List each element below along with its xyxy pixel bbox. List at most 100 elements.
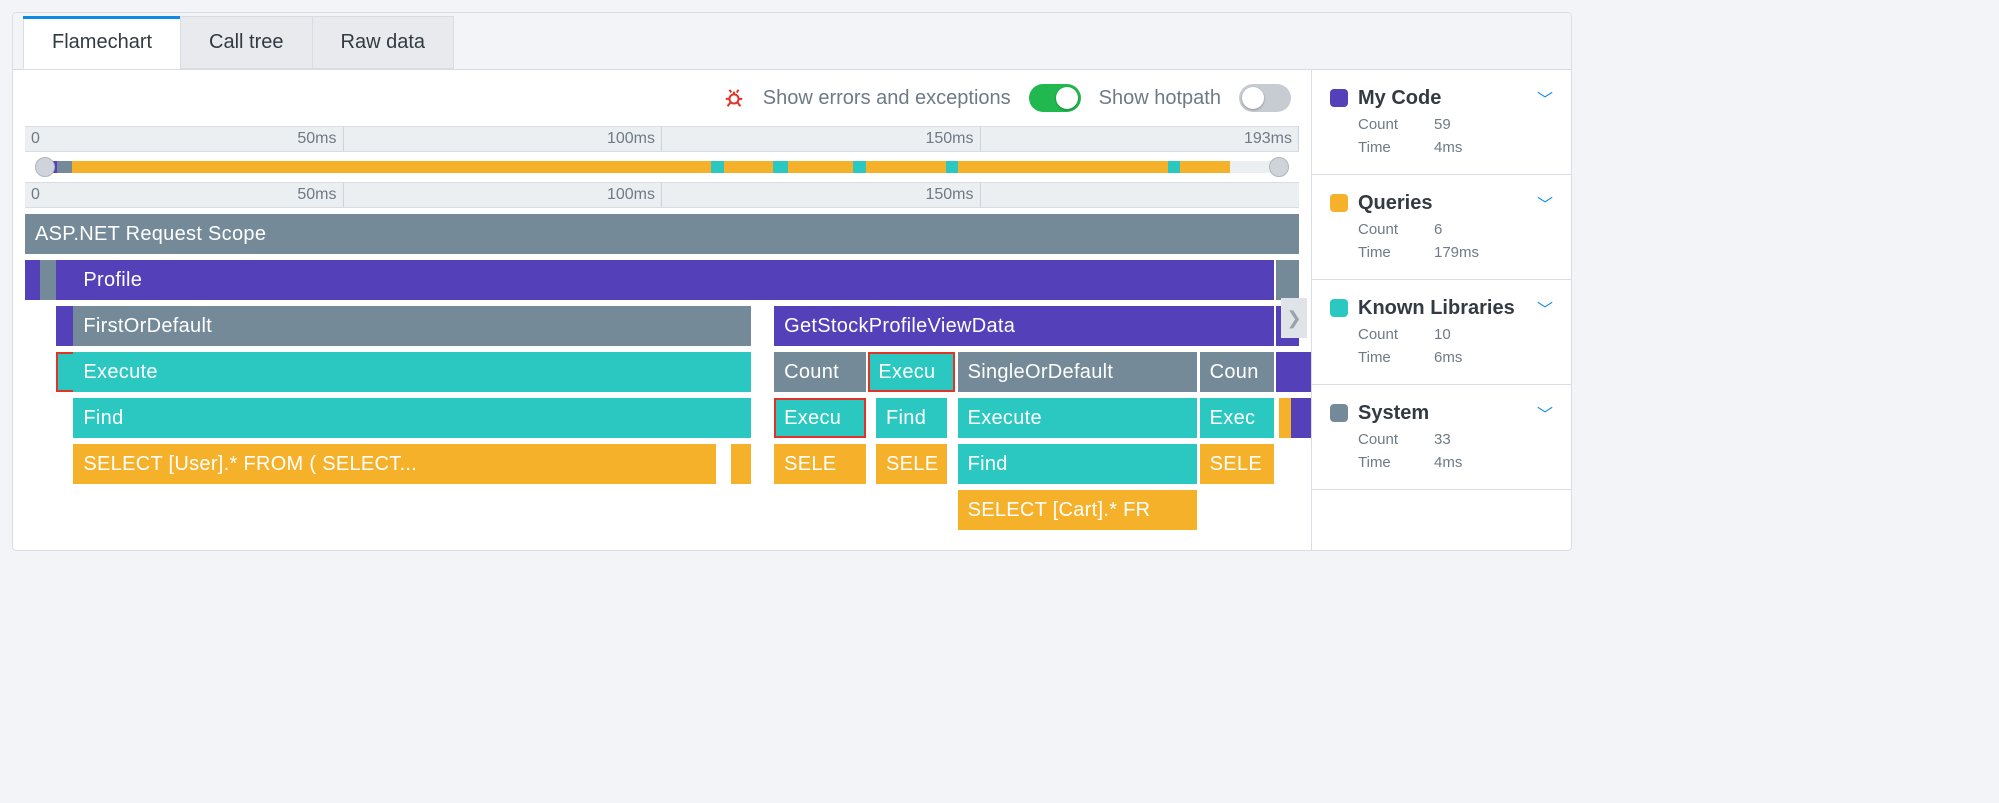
flame-span[interactable]: SELE [774, 444, 866, 484]
profiler-window: Flamechart Call tree Raw data Show error… [12, 12, 1572, 551]
minimap-track [45, 161, 1279, 173]
tab-bar: Flamechart Call tree Raw data [13, 13, 1571, 69]
chevron-down-icon: ﹀ [1537, 296, 1553, 320]
flame-span[interactable]: Execute [73, 352, 751, 392]
ruler-tick: 150ms [925, 183, 980, 207]
legend-count-label: Count [1358, 116, 1408, 133]
flame-span[interactable]: GetStockProfileViewData [774, 306, 1273, 346]
ruler-tick: 193ms [1244, 127, 1299, 151]
bug-icon [723, 87, 745, 109]
minimap-segment [788, 161, 853, 173]
flame-span[interactable]: Find [958, 444, 1198, 484]
legend-count-label: Count [1358, 221, 1408, 238]
ruler-tick: 50ms [297, 183, 343, 207]
minimap-segment [724, 161, 773, 173]
show-hotpath-toggle[interactable] [1239, 84, 1291, 112]
flame-row: Profile [25, 260, 1299, 300]
minimap-segment [1168, 161, 1180, 173]
flame-span[interactable]: ASP.NET Request Scope [25, 214, 1299, 254]
flame-span[interactable]: Execu [774, 398, 866, 438]
minimap-segment [958, 161, 1168, 173]
legend-count-value: 33 [1434, 431, 1451, 448]
flame-span[interactable]: Find [876, 398, 947, 438]
legend-time-label: Time [1358, 349, 1408, 366]
minimap-segment [711, 161, 723, 173]
flame-span[interactable]: SELECT [User].* FROM ( SELECT... [73, 444, 715, 484]
legend-count-value: 59 [1434, 116, 1451, 133]
legend-mycode[interactable]: My Code ﹀ Count 59 Time 4ms [1312, 70, 1571, 175]
flame-row: FirstOrDefault GetStockProfileViewData [25, 306, 1299, 346]
ruler-tick: 0 [25, 127, 40, 151]
minimap-segment [57, 161, 72, 173]
flamechart: ❯ ASP.NET Request Scope Profile FirstOrDef… [25, 214, 1299, 530]
ruler-tick: 100ms [607, 183, 662, 207]
flame-span[interactable] [731, 444, 751, 484]
flame-span[interactable]: Execu [868, 352, 955, 392]
minimap-segment [773, 161, 788, 173]
flame-span[interactable]: Execute [958, 398, 1198, 438]
flame-span[interactable] [1276, 260, 1299, 300]
flame-span[interactable] [1291, 398, 1311, 438]
flame-row: Execute CountExecuSingleOrDefaultCoun [25, 352, 1299, 392]
legend-time-label: Time [1358, 244, 1408, 261]
legend-title: Queries [1358, 192, 1527, 215]
legend-count-value: 6 [1434, 221, 1442, 238]
tab-raw-data[interactable]: Raw data [312, 16, 455, 69]
show-errors-toggle[interactable] [1029, 84, 1081, 112]
tab-flamechart[interactable]: Flamechart [23, 16, 181, 69]
legend-time-value: 6ms [1434, 349, 1462, 366]
legend-time-label: Time [1358, 139, 1408, 156]
legend-swatch [1330, 194, 1348, 212]
chevron-down-icon: ﹀ [1537, 86, 1553, 110]
flame-row: FindExecuFindExecuteExec [25, 398, 1299, 438]
legend-panel: My Code ﹀ Count 59 Time 4ms Queries ﹀ Count 6 Time… [1311, 70, 1571, 550]
flame-span[interactable]: Coun [1200, 352, 1274, 392]
show-hotpath-label: Show hotpath [1099, 87, 1221, 110]
legend-system[interactable]: System﹀Count33Time4ms [1312, 385, 1571, 490]
legend-count-label: Count [1358, 326, 1408, 343]
minimap-segment [853, 161, 865, 173]
flame-span[interactable]: SELECT [Cart].* FR [958, 490, 1198, 530]
minimap-segment [946, 161, 958, 173]
ruler-tick: 150ms [925, 127, 980, 151]
legend-queries[interactable]: Queries ﹀ Count 6 Time 179ms [1312, 175, 1571, 280]
tab-call-tree[interactable]: Call tree [180, 16, 312, 69]
legend-time-value: 4ms [1434, 139, 1462, 156]
ruler-tick: 100ms [607, 127, 662, 151]
flame-span[interactable]: SELE [1200, 444, 1274, 484]
scroll-right-button[interactable]: ❯ [1281, 298, 1307, 338]
legend-known[interactable]: Known Libraries﹀Count10Time6ms [1312, 280, 1571, 385]
flame-span[interactable]: Find [73, 398, 751, 438]
legend-swatch [1330, 299, 1348, 317]
flame-span[interactable]: Count [774, 352, 866, 392]
flame-toolbar: Show errors and exceptions Show hotpath [13, 70, 1311, 126]
flame-span[interactable]: SingleOrDefault [958, 352, 1198, 392]
ruler-tick: 50ms [297, 127, 343, 151]
ruler-detail: 0 50ms 100ms 150ms [25, 182, 1299, 208]
range-handle-left[interactable] [35, 157, 55, 177]
flame-span[interactable]: Exec [1200, 398, 1274, 438]
ruler-overview: 0 50ms 100ms 150ms 193ms [25, 126, 1299, 152]
flame-row: ASP.NET Request Scope [25, 214, 1299, 254]
chevron-down-icon: ﹀ [1537, 401, 1553, 425]
legend-time-value: 179ms [1434, 244, 1479, 261]
minimap-segment [1180, 161, 1229, 173]
chevron-down-icon: ﹀ [1537, 191, 1553, 215]
legend-time-label: Time [1358, 454, 1408, 471]
flame-span[interactable] [1291, 352, 1311, 392]
minimap[interactable] [25, 152, 1299, 182]
legend-swatch [1330, 404, 1348, 422]
flame-span[interactable]: SELE [876, 444, 947, 484]
range-handle-right[interactable] [1269, 157, 1289, 177]
ruler-tick: 0 [25, 183, 40, 207]
legend-swatch [1330, 89, 1348, 107]
flame-span[interactable]: FirstOrDefault [73, 306, 751, 346]
flame-span[interactable]: Profile [73, 260, 1273, 300]
minimap-segment [866, 161, 946, 173]
legend-time-value: 4ms [1434, 454, 1462, 471]
show-errors-label: Show errors and exceptions [763, 87, 1011, 110]
legend-title: My Code [1358, 87, 1527, 110]
chevron-right-icon: ❯ [1286, 308, 1301, 329]
legend-title: Known Libraries [1358, 297, 1527, 320]
minimap-segment [72, 161, 711, 173]
